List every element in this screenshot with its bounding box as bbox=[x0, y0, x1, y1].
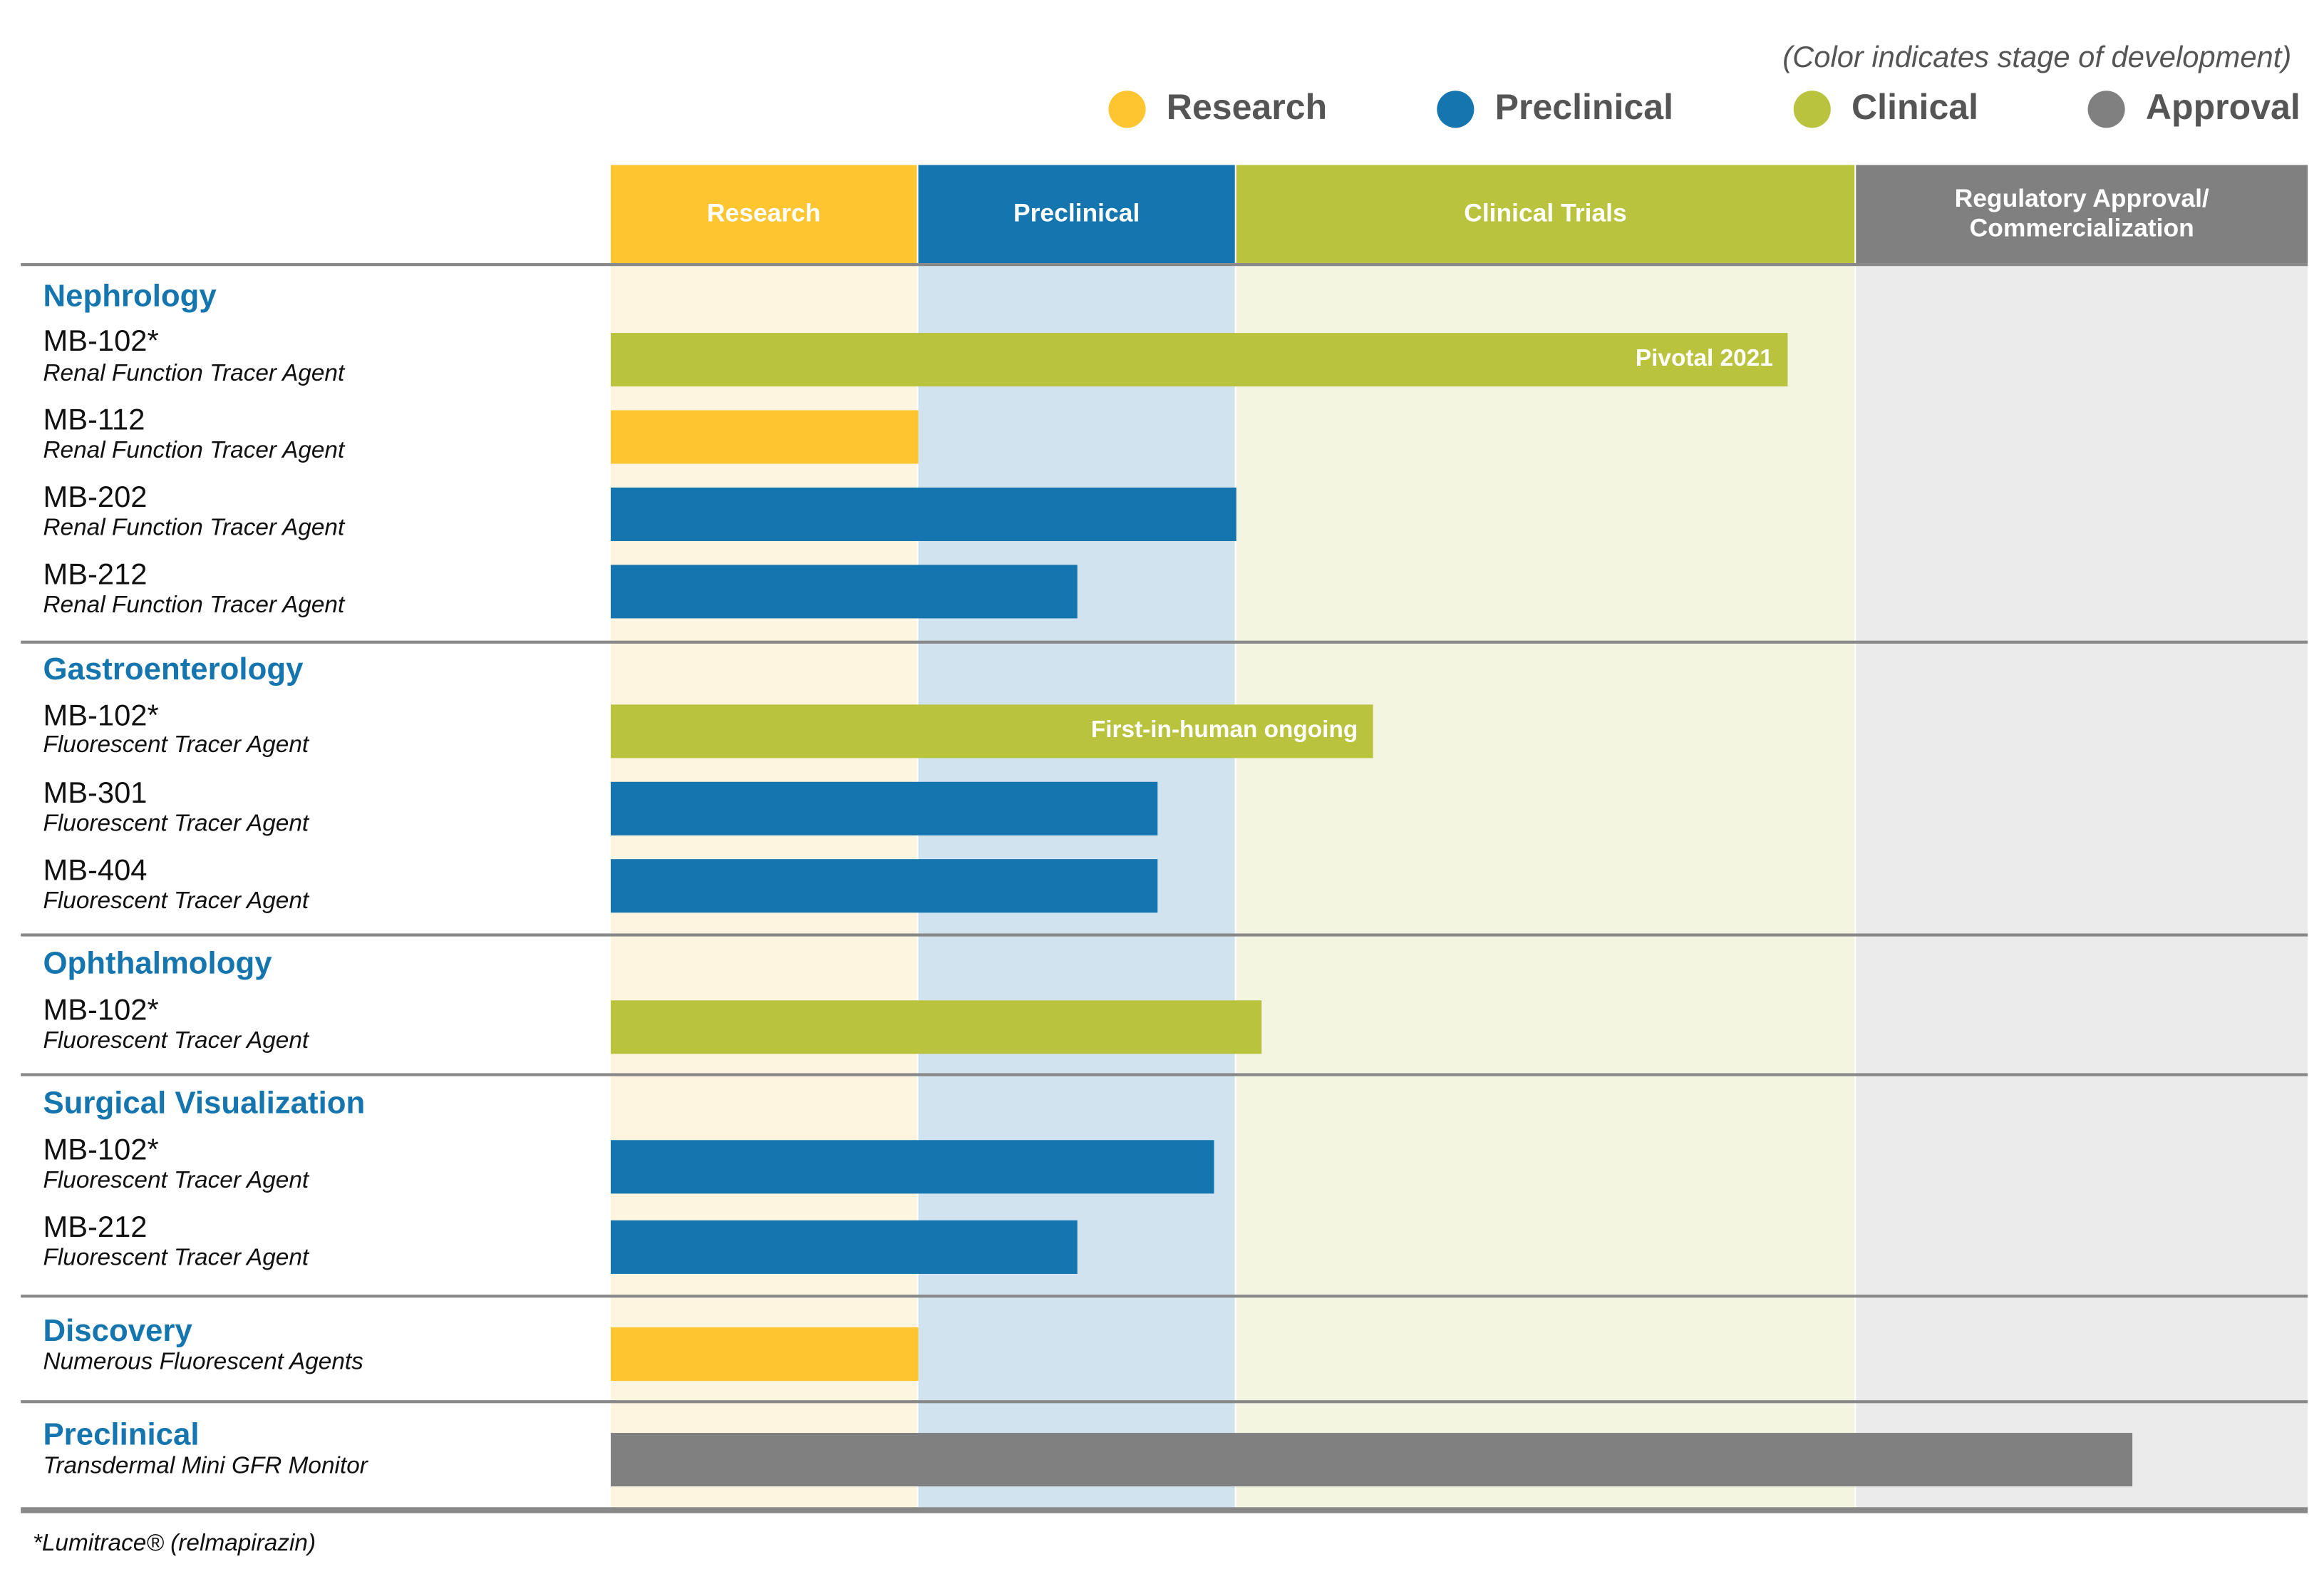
progress-bar bbox=[610, 1000, 1261, 1054]
item-description: Renal Function Tracer Agent bbox=[43, 515, 345, 541]
group-title: Ophthalmology bbox=[43, 947, 272, 982]
legend-label: Clinical bbox=[1852, 88, 1979, 128]
progress-bar bbox=[610, 410, 919, 464]
legend-dot-icon bbox=[1108, 90, 1146, 128]
item-description: Fluorescent Tracer Agent bbox=[43, 811, 309, 837]
legend-dot-icon bbox=[1793, 90, 1831, 128]
progress-bar bbox=[610, 1327, 919, 1382]
stage-header: Regulatory Approval/ Commercialization bbox=[1856, 165, 2308, 264]
group-title: Gastroenterology bbox=[43, 652, 304, 687]
item-name: MB-102* bbox=[43, 994, 159, 1027]
legend-label: Approval bbox=[2145, 88, 2300, 128]
stage-header: Research bbox=[610, 165, 917, 264]
stage-column-background bbox=[1236, 266, 1855, 1509]
item-description: Renal Function Tracer Agent bbox=[43, 592, 345, 619]
item-name: MB-202 bbox=[43, 481, 148, 515]
group-title: Nephrology bbox=[43, 279, 217, 314]
group-divider bbox=[21, 933, 2308, 937]
group-divider bbox=[21, 640, 2308, 644]
progress-bar: Pivotal 2021 bbox=[610, 333, 1788, 387]
legend-dot-icon bbox=[1437, 90, 1475, 128]
item-description: Fluorescent Tracer Agent bbox=[43, 1028, 309, 1054]
group-divider bbox=[21, 1295, 2308, 1298]
pipeline-chart: (Color indicates stage of development) *… bbox=[0, 0, 2324, 1589]
item-name: MB-112 bbox=[43, 404, 145, 438]
legend-label: Research bbox=[1166, 88, 1328, 128]
item-name: MB-102* bbox=[43, 1133, 159, 1167]
item-description: Fluorescent Tracer Agent bbox=[43, 888, 309, 915]
item-description: Transdermal Mini GFR Monitor bbox=[43, 1454, 368, 1479]
progress-bar bbox=[610, 781, 1157, 835]
item-name: MB-102* bbox=[43, 325, 159, 359]
item-description: Fluorescent Tracer Agent bbox=[43, 732, 309, 758]
legend-item: Research bbox=[1108, 86, 1327, 131]
item-description: Fluorescent Tracer Agent bbox=[43, 1168, 309, 1194]
group-divider bbox=[21, 1073, 2308, 1076]
legend-dot-icon bbox=[2087, 90, 2125, 128]
stage-header: Clinical Trials bbox=[1236, 165, 1855, 264]
progress-bar bbox=[610, 1220, 1078, 1274]
group-title: Discovery bbox=[43, 1314, 192, 1349]
progress-bar bbox=[610, 565, 1078, 619]
group-divider bbox=[21, 1507, 2308, 1513]
item-name: MB-212 bbox=[43, 558, 148, 592]
item-name: MB-102* bbox=[43, 700, 159, 733]
header-divider bbox=[21, 263, 2308, 267]
group-divider bbox=[21, 1400, 2308, 1404]
progress-bar bbox=[610, 859, 1157, 913]
progress-bar bbox=[610, 1140, 1214, 1194]
item-description: Renal Function Tracer Agent bbox=[43, 438, 345, 464]
item-name: MB-301 bbox=[43, 777, 148, 811]
item-description: Renal Function Tracer Agent bbox=[43, 361, 345, 387]
legend-label: Preclinical bbox=[1494, 88, 1673, 128]
progress-bar: First-in-human ongoing bbox=[610, 704, 1373, 758]
item-description: Numerous Fluorescent Agents bbox=[43, 1349, 363, 1375]
progress-bar bbox=[610, 487, 1236, 541]
item-name: MB-404 bbox=[43, 854, 148, 888]
item-name: MB-212 bbox=[43, 1211, 148, 1245]
group-title: Preclinical bbox=[43, 1418, 200, 1453]
legend-item: Approval bbox=[2087, 86, 2300, 131]
stage-column-background bbox=[1856, 266, 2308, 1509]
stage-header: Preclinical bbox=[918, 165, 1235, 264]
footnote: *Lumitrace® (relmapirazin) bbox=[32, 1531, 316, 1557]
legend-note: (Color indicates stage of development) bbox=[1782, 41, 2292, 75]
group-title: Surgical Visualization bbox=[43, 1086, 366, 1121]
item-description: Fluorescent Tracer Agent bbox=[43, 1245, 309, 1271]
legend-item: Preclinical bbox=[1437, 86, 1673, 131]
legend-item: Clinical bbox=[1793, 86, 1979, 131]
progress-bar bbox=[610, 1433, 2133, 1487]
